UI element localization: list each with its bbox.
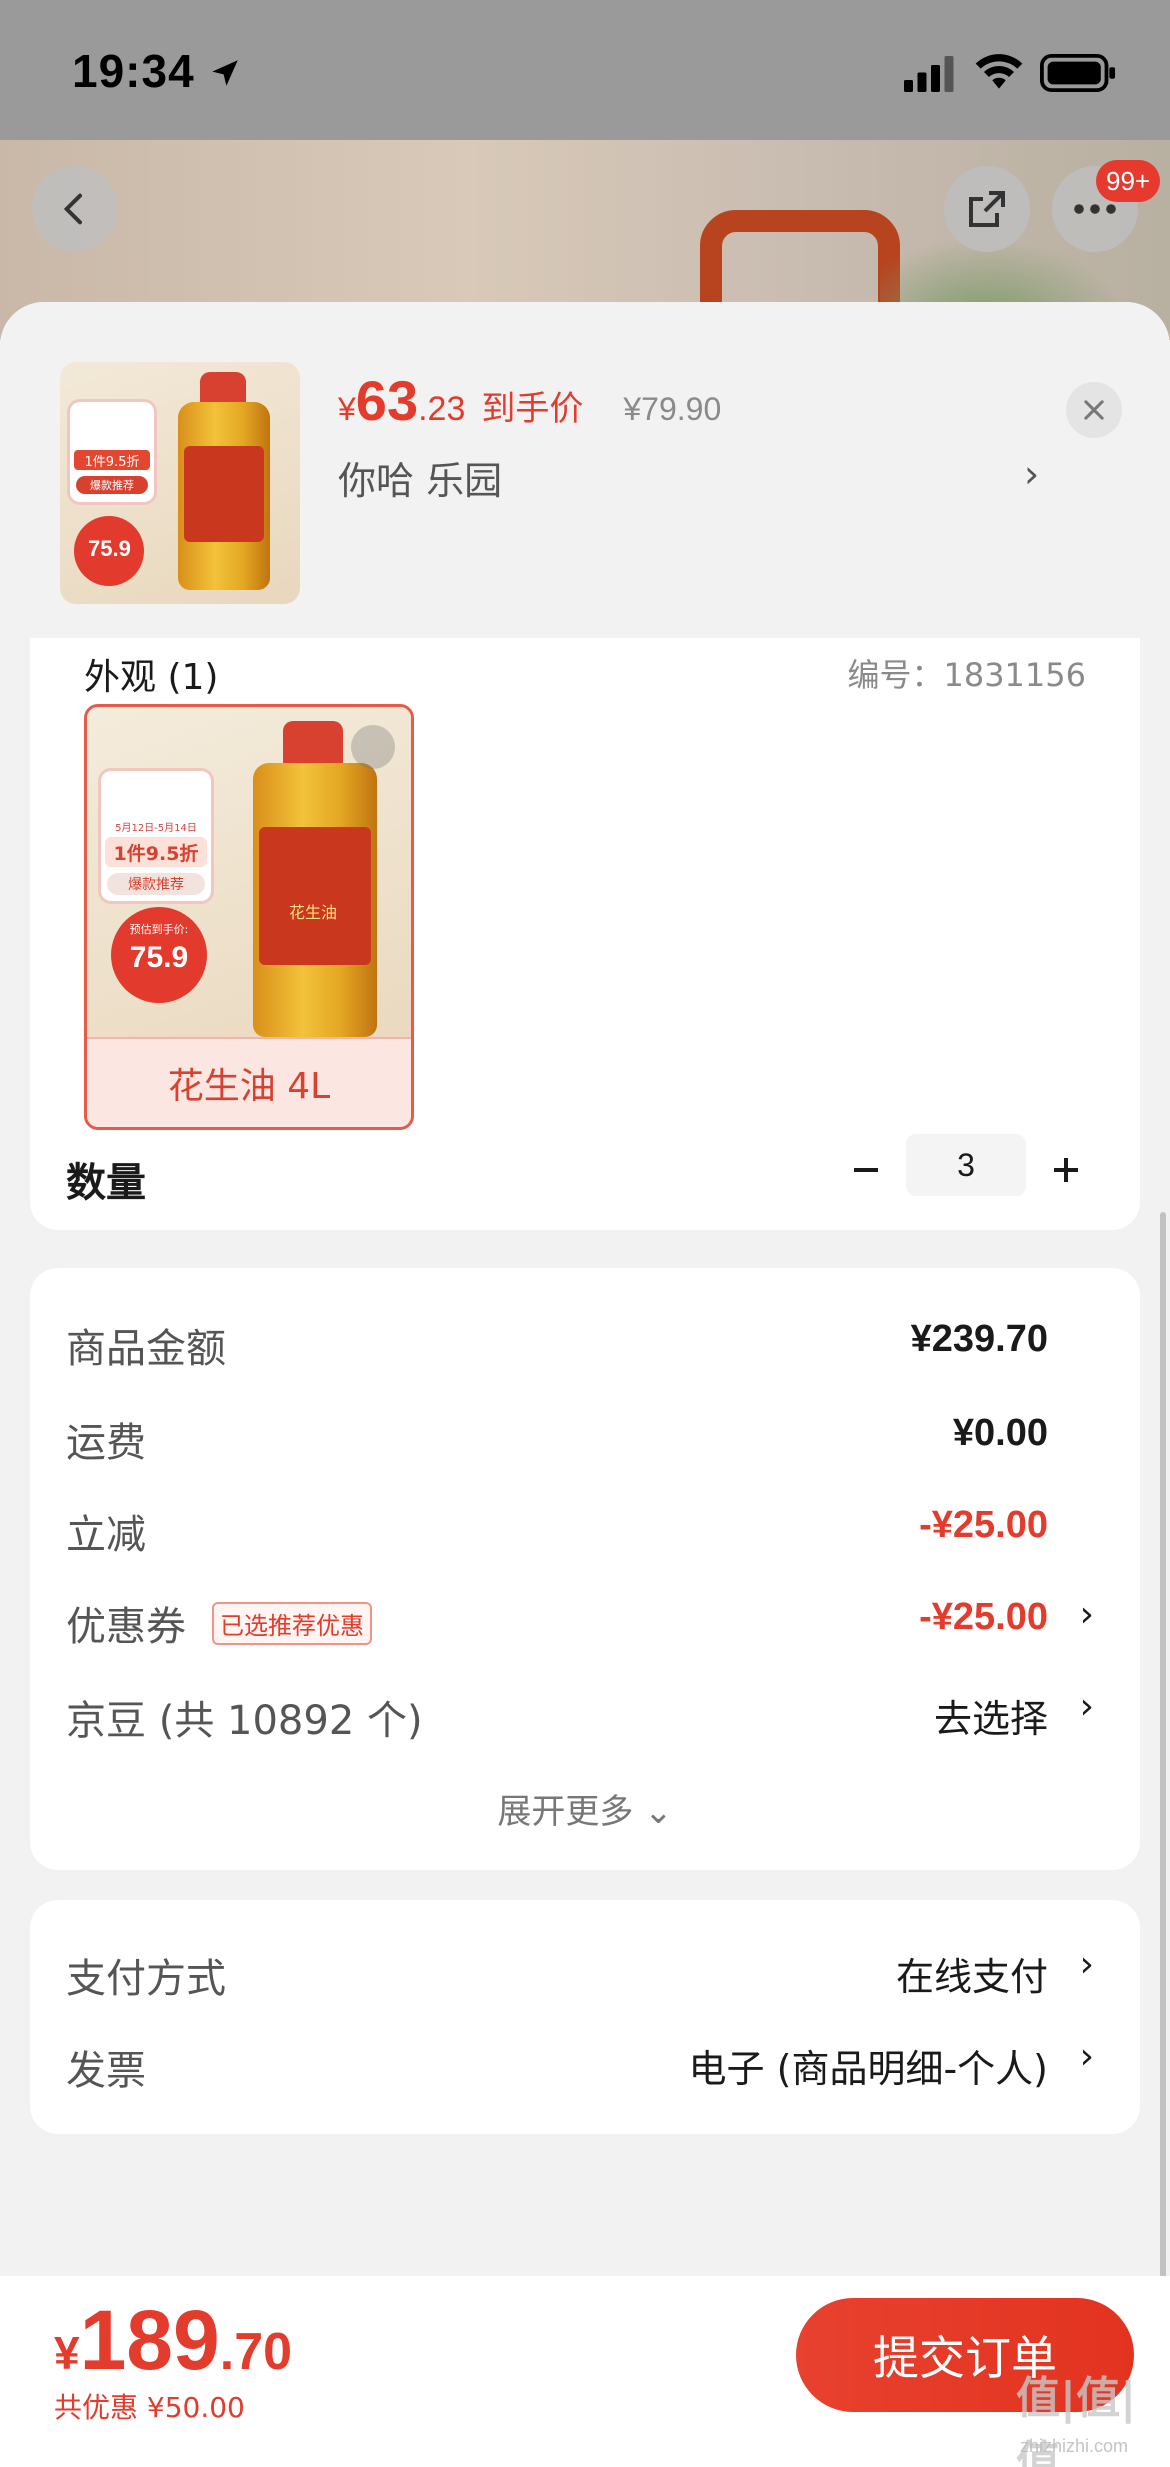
payment-method-label: 支付方式 [66,1956,226,2002]
total-decimal: .70 [219,2323,293,2381]
product-thumbnail[interactable]: 1件9.5折 爆款推荐 75.9 [60,362,300,604]
fee-goods-label: 商品金额 [66,1326,226,1372]
delivery-address[interactable]: 你哈 乐园 [338,450,502,505]
price-integer: 63 [355,369,419,432]
address-chevron-icon[interactable]: › [1024,452,1039,496]
variant-promo-card: 5月12日-5月14日 1件9.5折 爆款推荐 [101,771,211,901]
order-sheet: 1件9.5折 爆款推荐 75.9 ¥ 63 .23 到手价 ¥79.90 你哈 … [0,302,1170,2467]
quantity-decrease-button[interactable] [840,1138,892,1202]
variant-bottle-text: 花生油 [289,903,338,922]
share-icon [969,191,1005,227]
quantity-input[interactable]: 3 [906,1134,1026,1196]
coupon-label: 优惠券 [66,1604,186,1650]
close-icon [1084,400,1104,420]
invoice-chevron-icon: › [1079,2036,1094,2077]
payment-chevron-icon: › [1079,1944,1094,1985]
cellular-signal-icon [904,56,954,92]
variant-promo-text: 1件9.5折 [105,837,207,867]
thumb-hot-text: 爆款推荐 [76,476,148,494]
chevron-left-icon [63,193,82,225]
coupon-value: -¥25.00 [919,1596,1048,1638]
fee-discount-value: -¥25.00 [919,1504,1048,1546]
jingdou-value: 去选择 [933,1697,1048,1741]
variant-price-circle: 预估到手价: 75.9 [111,907,207,1003]
variant-option-selected[interactable]: 5月12日-5月14日 1件9.5折 爆款推荐 预估到手价: 75.9 花生油 [84,704,414,1130]
total-symbol: ¥ [54,2327,80,2379]
quantity-increase-button[interactable] [1040,1138,1092,1202]
wifi-icon [975,54,1023,89]
expand-more-button[interactable]: 展开更多 ⌄ [30,1784,1140,1833]
total-integer: 189 [79,2293,220,2387]
fee-shipping-label: 运费 [66,1420,146,1466]
jingdou-label: 京豆 (共 10892 个) [66,1698,423,1744]
variant-promo-date: 5月12日-5月14日 [115,823,197,834]
spec-card: 外观 (1) 编号：1831156 5月12日-5月14日 1件9.5折 爆款推… [30,638,1140,1230]
variant-pre-price-label: 预估到手价: [129,923,189,936]
thumb-promo-text: 1件9.5折 [74,450,150,470]
quantity-label: 数量 [66,1160,146,1206]
close-sheet-button[interactable] [1066,382,1122,438]
fee-discount-label: 立减 [66,1512,146,1558]
coupon-recommended-tag: 已选推荐优惠 [212,1602,372,1645]
price-symbol: ¥ [338,391,356,427]
variant-bottle-cap [283,721,343,769]
variant-bottle-label: 花生油 [259,827,371,965]
total-price: ¥ 189 .70 [54,2292,292,2389]
thumb-bottle-label [184,446,264,542]
fee-shipping-value: ¥0.00 [952,1412,1048,1454]
status-bar: 19:34 [0,0,1170,140]
invoice-value: 电子 (商品明细-个人) [688,2047,1048,2091]
expand-image-icon[interactable] [351,725,395,769]
hand-price-line: ¥ 63 .23 到手价 ¥79.90 [338,368,721,438]
message-count-badge: 99+ [1096,160,1161,202]
watermark-url: zhizhizhi.com [1020,2436,1129,2456]
appearance-title: 外观 (1) [84,657,219,698]
back-button[interactable] [32,166,118,252]
status-time: 19:34 [72,45,195,97]
variant-hot-text: 爆款推荐 [107,873,205,895]
invoice-label: 发票 [66,2048,146,2094]
fee-goods-value: ¥239.70 [910,1318,1048,1360]
fee-card: 商品金额 ¥239.70 运费 ¥0.00 立减 -¥25.00 优惠券 已选推… [30,1268,1140,1870]
variant-pre-price: 75.9 [129,941,189,974]
sheet-scroll-area[interactable]: 外观 (1) 编号：1831156 5月12日-5月14日 1件9.5折 爆款推… [0,638,1170,2467]
original-price: ¥79.90 [623,391,722,427]
sheet-header: 1件9.5折 爆款推荐 75.9 ¥ 63 .23 到手价 ¥79.90 你哈 … [0,302,1170,638]
plus-icon [1054,1158,1078,1182]
total-saving: 共优惠 ¥50.00 [54,2391,245,2424]
coupon-chevron-icon: › [1079,1594,1094,1635]
variant-label: 花生油 4L [87,1037,411,1127]
bottom-action-bar: ¥ 189 .70 共优惠 ¥50.00 提交订单 值|值|值 zhizhizh… [0,2276,1170,2467]
sku-code: 编号：1831156 [847,656,1086,694]
minus-icon [854,1168,878,1172]
thumb-price: 75.9 [88,536,131,561]
more-dots-icon [1074,204,1116,214]
jingdou-chevron-icon: › [1079,1686,1094,1727]
thumb-promo-card: 1件9.5折 爆款推荐 [70,402,154,502]
hand-price-tag: 到手价 [481,389,584,429]
location-arrow-icon [212,60,238,86]
share-button[interactable] [944,166,1030,252]
payment-method-value: 在线支付 [895,1955,1048,1999]
battery-icon [1040,54,1116,92]
payment-card: 支付方式 在线支付 › 发票 电子 (商品明细-个人) › [30,1900,1140,2134]
price-decimal: .23 [418,390,466,428]
thumb-price-circle: 75.9 [74,516,144,586]
